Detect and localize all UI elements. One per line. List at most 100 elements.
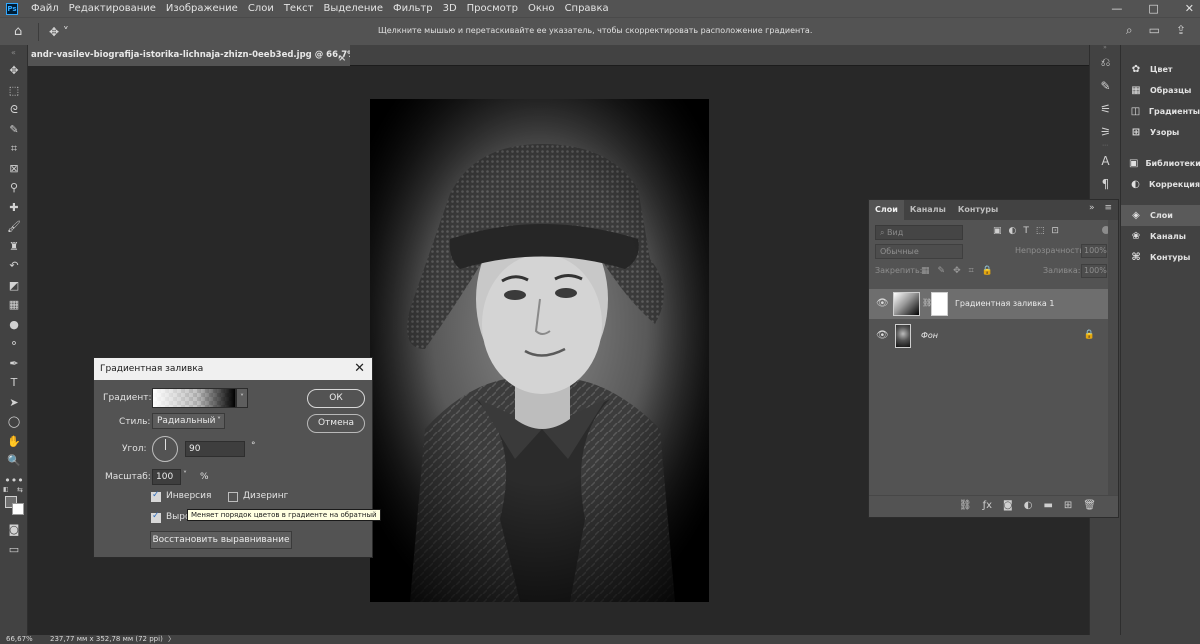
menu-help[interactable]: Справка bbox=[560, 3, 614, 14]
eyedropper-tool-icon[interactable]: ⚲ bbox=[0, 178, 28, 198]
layer-row-background[interactable]: 👁 Фон 🔒 bbox=[869, 321, 1109, 351]
path-selection-tool-icon[interactable]: ➤ bbox=[0, 393, 28, 413]
panel-adjustments[interactable]: ◐ Коррекция bbox=[1121, 174, 1200, 195]
background-color-swatch[interactable] bbox=[12, 503, 24, 515]
brush-tool-icon[interactable]: 🖌 bbox=[0, 217, 28, 237]
layer-row-gradient-fill[interactable]: 👁 ⛓ Градиентная заливка 1 bbox=[869, 289, 1109, 319]
visibility-eye-icon[interactable]: 👁 bbox=[876, 330, 889, 341]
eraser-tool-icon[interactable]: ◩ bbox=[0, 276, 28, 296]
tab-channels[interactable]: Каналы bbox=[904, 200, 952, 220]
layers-scrollbar[interactable] bbox=[1108, 220, 1118, 496]
filter-adjustment-icon[interactable]: ◐ bbox=[1009, 226, 1017, 236]
restore-alignment-button[interactable]: Восстановить выравнивание bbox=[150, 531, 292, 549]
opacity-input[interactable]: 100% bbox=[1081, 244, 1107, 258]
character-panel-icon[interactable]: A bbox=[1090, 149, 1121, 172]
history-brush-tool-icon[interactable]: ↶ bbox=[0, 256, 28, 276]
close-window-button[interactable]: ✕ bbox=[1185, 2, 1194, 15]
swap-colors-icon[interactable]: ⇆ bbox=[17, 486, 23, 494]
panel-gradients[interactable]: ◫ Градиенты bbox=[1121, 101, 1200, 122]
properties-panel-icon[interactable]: ⚟ bbox=[1090, 97, 1121, 120]
tab-paths[interactable]: Контуры bbox=[952, 200, 1004, 220]
menu-select[interactable]: Выделение bbox=[318, 3, 388, 14]
align-with-layer-checkbox[interactable] bbox=[151, 511, 161, 523]
scale-dropdown-chevron-icon[interactable]: ˅ bbox=[183, 470, 187, 479]
new-layer-icon[interactable]: ⊞ bbox=[1064, 500, 1072, 511]
adjustments-panel-icon[interactable]: ⚞ bbox=[1090, 120, 1121, 143]
photoshop-logo[interactable]: Ps bbox=[6, 2, 18, 15]
gradient-picker-chevron-icon[interactable]: ˅ bbox=[236, 388, 248, 408]
gradient-tool-icon[interactable]: ▦ bbox=[0, 295, 28, 315]
type-tool-icon[interactable]: T bbox=[0, 373, 28, 393]
menu-type[interactable]: Текст bbox=[279, 3, 319, 14]
menu-layer[interactable]: Слои bbox=[243, 3, 279, 14]
gradient-preview-swatch[interactable] bbox=[152, 388, 236, 408]
minimize-button[interactable]: — bbox=[1111, 2, 1122, 15]
menu-file[interactable]: Файл bbox=[26, 3, 64, 14]
dither-checkbox[interactable] bbox=[228, 492, 238, 502]
layer-mask-thumbnail[interactable] bbox=[931, 292, 948, 316]
move-tool-icon[interactable]: ✥ bbox=[0, 61, 28, 81]
home-icon[interactable]: ⌂ bbox=[14, 24, 28, 39]
collapse-panel-icon[interactable]: » bbox=[1089, 203, 1095, 213]
menu-3d[interactable]: 3D bbox=[438, 3, 462, 14]
style-select[interactable]: Радиальный ˅ bbox=[152, 413, 225, 429]
layer-filter-kind-select[interactable]: ⌕ Вид bbox=[875, 225, 963, 240]
status-menu-arrow-icon[interactable]: 〉 bbox=[168, 635, 175, 644]
add-mask-icon[interactable]: ◙ bbox=[1003, 500, 1013, 511]
quick-selection-tool-icon[interactable]: ✎ bbox=[0, 120, 28, 140]
panel-paths[interactable]: ⌘ Контуры bbox=[1121, 247, 1200, 268]
menu-filter[interactable]: Фильтр bbox=[388, 3, 438, 14]
menu-image[interactable]: Изображение bbox=[161, 3, 243, 14]
hand-tool-icon[interactable]: ✋ bbox=[0, 432, 28, 452]
menu-window[interactable]: Окно bbox=[523, 3, 560, 14]
share-icon[interactable]: ⇪ bbox=[1176, 23, 1186, 38]
lock-transparency-icon[interactable]: ▦ bbox=[921, 266, 930, 276]
panel-patterns[interactable]: ⊞ Узоры bbox=[1121, 122, 1200, 143]
quick-mask-icon[interactable]: ◙ bbox=[0, 520, 28, 540]
angle-dial[interactable] bbox=[152, 436, 178, 462]
panel-menu-icon[interactable]: ≡ bbox=[1104, 203, 1112, 213]
scale-input[interactable]: 100 bbox=[152, 469, 181, 485]
cancel-button[interactable]: Отмена bbox=[307, 414, 365, 433]
panel-color[interactable]: ✿ Цвет bbox=[1121, 59, 1200, 80]
zoom-level[interactable]: 66,67% bbox=[6, 635, 33, 644]
link-layers-icon[interactable]: ⛓ bbox=[959, 500, 972, 511]
panel-libraries[interactable]: ▣ Библиотеки bbox=[1121, 153, 1200, 174]
ok-button[interactable]: ОК bbox=[307, 389, 365, 408]
lock-all-icon[interactable]: 🔒 bbox=[982, 266, 993, 276]
panel-swatches[interactable]: ▦ Образцы bbox=[1121, 80, 1200, 101]
lock-position-icon[interactable]: ✥ bbox=[953, 266, 961, 276]
tab-layers[interactable]: Слои bbox=[869, 200, 904, 220]
layer-style-fx-icon[interactable]: ƒx bbox=[983, 500, 992, 511]
menu-edit[interactable]: Редактирование bbox=[64, 3, 161, 14]
blend-mode-select[interactable]: Обычные bbox=[875, 244, 963, 259]
brush-settings-icon[interactable]: ✎ bbox=[1090, 74, 1121, 97]
pen-tool-icon[interactable]: ✒ bbox=[0, 354, 28, 374]
toolbar-collapse-icon[interactable]: « bbox=[0, 45, 27, 61]
close-document-icon[interactable]: × bbox=[338, 49, 346, 66]
dodge-tool-icon[interactable]: ⚬ bbox=[0, 334, 28, 354]
new-adjustment-layer-icon[interactable]: ◐ bbox=[1024, 500, 1033, 511]
filter-shape-icon[interactable]: ⬚ bbox=[1036, 226, 1045, 236]
document-tab[interactable]: andr-vasilev-biografija-istorika-lichnaj… bbox=[28, 45, 350, 66]
maximize-button[interactable]: □ bbox=[1148, 2, 1158, 15]
visibility-eye-icon[interactable]: 👁 bbox=[876, 298, 889, 309]
screen-mode-icon[interactable]: ▭ bbox=[0, 540, 28, 560]
filter-type-icon[interactable]: T bbox=[1023, 226, 1029, 236]
workspace-icon[interactable]: ▭ bbox=[1149, 23, 1160, 38]
default-colors-icon[interactable]: ◧ bbox=[3, 486, 9, 493]
panel-channels[interactable]: ❀ Каналы bbox=[1121, 226, 1200, 247]
zoom-tool-icon[interactable]: 🔍 bbox=[0, 451, 28, 471]
marquee-tool-icon[interactable]: ⬚ bbox=[0, 81, 28, 101]
healing-brush-tool-icon[interactable]: ✚ bbox=[0, 198, 28, 218]
delete-layer-icon[interactable]: 🗑 bbox=[1083, 500, 1096, 511]
lock-artboard-icon[interactable]: ⌗ bbox=[969, 266, 974, 276]
ellipse-tool-icon[interactable]: ◯ bbox=[0, 412, 28, 432]
filter-smart-object-icon[interactable]: ⊡ bbox=[1051, 226, 1059, 236]
document-canvas-image[interactable] bbox=[370, 99, 709, 602]
move-tool-preset-icon[interactable]: ✥ ˅ bbox=[49, 25, 69, 39]
clone-stamp-tool-icon[interactable]: ♜ bbox=[0, 237, 28, 257]
panel-layers[interactable]: ◈ Слои bbox=[1121, 205, 1200, 226]
angle-input[interactable]: 90 bbox=[185, 441, 245, 457]
history-panel-icon[interactable]: ⎌ bbox=[1090, 51, 1121, 74]
